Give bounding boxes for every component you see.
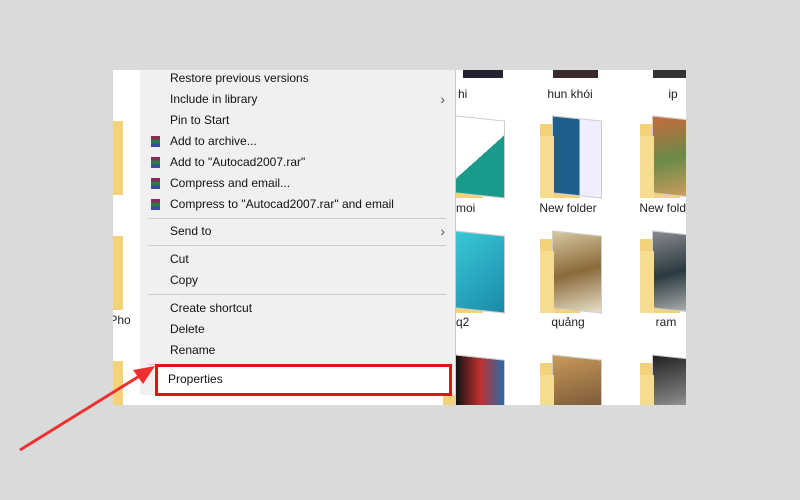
pointer-arrow-icon: [19, 366, 155, 452]
